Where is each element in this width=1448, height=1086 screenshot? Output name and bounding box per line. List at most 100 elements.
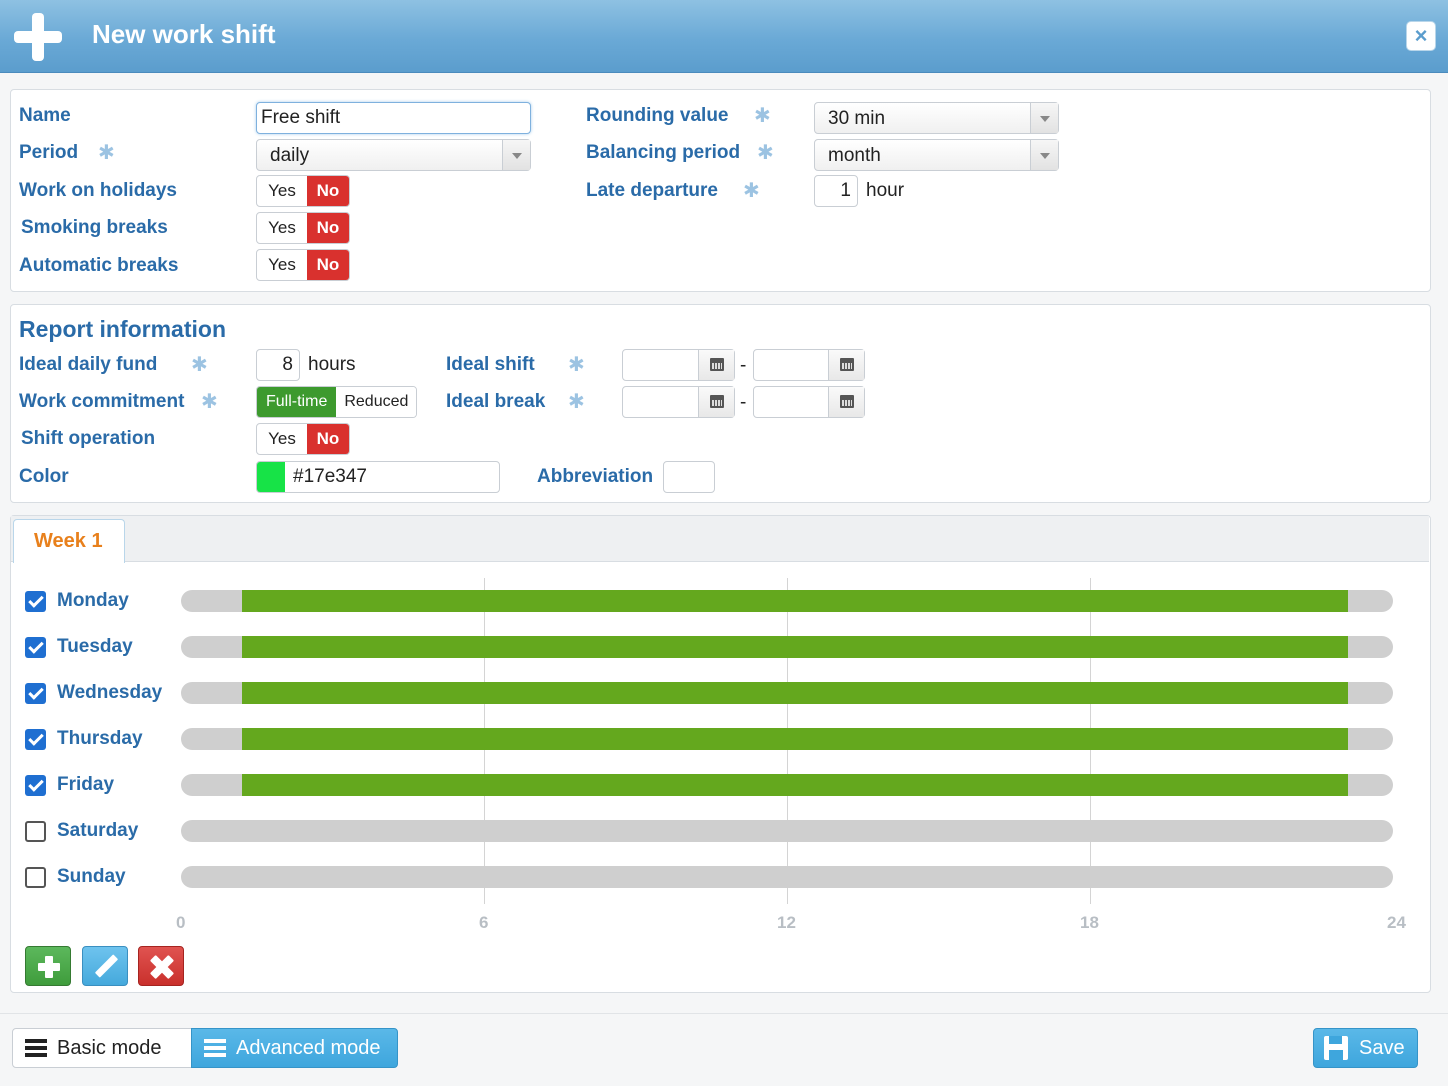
toggle-no[interactable]: No <box>307 176 349 206</box>
chevron-down-icon <box>502 140 530 170</box>
color-input[interactable]: #17e347 <box>256 461 500 493</box>
shift-bar[interactable] <box>242 636 1348 658</box>
edit-button[interactable] <box>82 946 128 986</box>
shift-operation-toggle[interactable]: Yes No <box>256 423 350 455</box>
shift-bar[interactable] <box>242 774 1348 796</box>
range-separator: - <box>740 392 747 413</box>
day-track[interactable] <box>181 820 1393 842</box>
commitment-reduced[interactable]: Reduced <box>336 387 417 417</box>
toggle-no[interactable]: No <box>307 250 349 280</box>
period-select[interactable]: daily <box>256 139 531 171</box>
late-departure-label: Late departure <box>586 180 718 201</box>
abbreviation-input[interactable] <box>663 461 715 493</box>
calendar-icon[interactable] <box>698 350 734 380</box>
holidays-toggle[interactable]: Yes No <box>256 175 350 207</box>
name-input[interactable]: Free shift <box>256 102 531 134</box>
day-checkbox[interactable] <box>25 683 46 704</box>
required-icon: ✱ <box>201 391 218 413</box>
day-checkbox[interactable] <box>25 775 46 796</box>
axis-tick-label: 24 <box>1387 913 1406 932</box>
basic-mode-button[interactable]: Basic mode <box>12 1028 192 1068</box>
advanced-mode-button[interactable]: Advanced mode <box>191 1028 398 1068</box>
shift-bar[interactable] <box>242 728 1348 750</box>
ideal-shift-label: Ideal shift <box>446 354 535 375</box>
day-label: Friday <box>57 774 115 795</box>
toggle-yes[interactable]: Yes <box>257 176 307 206</box>
daily-fund-unit: hours <box>308 354 356 375</box>
axis-tick-label: 18 <box>1080 913 1099 932</box>
day-track[interactable] <box>181 866 1393 888</box>
commitment-toggle[interactable]: Full-time Reduced <box>256 386 418 418</box>
day-checkbox[interactable] <box>25 637 46 658</box>
range-separator: - <box>740 355 747 376</box>
daily-fund-input[interactable]: 8 <box>256 349 300 381</box>
required-icon: ✱ <box>754 105 771 127</box>
tab-bar <box>11 516 1429 562</box>
ideal-shift-end[interactable] <box>753 349 865 381</box>
late-departure-input[interactable]: 1 <box>814 175 858 207</box>
commitment-fulltime[interactable]: Full-time <box>257 387 337 417</box>
rounding-label: Rounding value <box>586 105 729 126</box>
report-title: Report information <box>19 316 226 342</box>
schedule-panel <box>10 515 1431 993</box>
day-label: Saturday <box>57 820 139 841</box>
toggle-no[interactable]: No <box>307 213 349 243</box>
toggle-yes[interactable]: Yes <box>257 213 307 243</box>
ideal-break-start[interactable] <box>622 386 735 418</box>
ideal-shift-start[interactable] <box>622 349 735 381</box>
period-select-value: daily <box>270 145 310 166</box>
required-icon: ✱ <box>568 354 585 376</box>
commitment-label: Work commitment <box>19 391 185 412</box>
tab-week-1[interactable]: Week 1 <box>13 519 125 563</box>
toggle-no[interactable]: No <box>307 424 349 454</box>
day-label: Monday <box>57 590 129 611</box>
toggle-yes[interactable]: Yes <box>257 424 307 454</box>
save-button[interactable]: Save <box>1313 1028 1418 1068</box>
name-label: Name <box>19 105 71 126</box>
auto-breaks-toggle[interactable]: Yes No <box>256 249 350 281</box>
day-checkbox[interactable] <box>25 591 46 612</box>
balancing-label: Balancing period <box>586 142 741 163</box>
calendar-icon[interactable] <box>698 387 734 417</box>
shift-bar[interactable] <box>242 682 1348 704</box>
ideal-break-end[interactable] <box>753 386 865 418</box>
required-icon: ✱ <box>191 354 208 376</box>
toggle-yes[interactable]: Yes <box>257 250 307 280</box>
close-button[interactable]: × <box>1406 21 1436 51</box>
shift-bar[interactable] <box>242 590 1348 612</box>
tab-week-1-label: Week 1 <box>34 530 103 552</box>
color-label: Color <box>19 466 69 487</box>
daily-fund-label: Ideal daily fund <box>19 354 158 375</box>
smoking-label: Smoking breaks <box>21 217 168 238</box>
required-icon: ✱ <box>568 391 585 413</box>
abbreviation-label: Abbreviation <box>537 466 654 487</box>
chevron-down-icon <box>1030 103 1058 133</box>
axis-tick-label: 6 <box>479 913 489 932</box>
list-icon <box>204 1039 226 1057</box>
title-bar: New work shift × <box>0 0 1448 73</box>
required-icon: ✱ <box>757 142 774 164</box>
shift-operation-label: Shift operation <box>21 428 156 449</box>
plus-icon <box>14 13 62 61</box>
holidays-label: Work on holidays <box>19 180 178 201</box>
list-icon <box>25 1039 47 1057</box>
required-icon: ✱ <box>98 142 115 164</box>
color-swatch[interactable] <box>257 462 285 492</box>
balancing-select-value: month <box>828 145 881 166</box>
calendar-icon[interactable] <box>828 350 864 380</box>
day-checkbox[interactable] <box>25 867 46 888</box>
day-checkbox[interactable] <box>25 729 46 750</box>
balancing-select[interactable]: month <box>814 139 1059 171</box>
calendar-icon[interactable] <box>828 387 864 417</box>
ideal-break-label: Ideal break <box>446 391 546 412</box>
add-button[interactable] <box>25 946 71 986</box>
day-label: Sunday <box>57 866 126 887</box>
dialog-title: New work shift <box>92 19 276 49</box>
save-label: Save <box>1359 1037 1405 1059</box>
day-checkbox[interactable] <box>25 821 46 842</box>
rounding-select[interactable]: 30 min <box>814 102 1059 134</box>
delete-button[interactable] <box>138 946 184 986</box>
basic-mode-label: Basic mode <box>57 1037 162 1059</box>
smoking-toggle[interactable]: Yes No <box>256 212 350 244</box>
day-label: Tuesday <box>57 636 133 657</box>
